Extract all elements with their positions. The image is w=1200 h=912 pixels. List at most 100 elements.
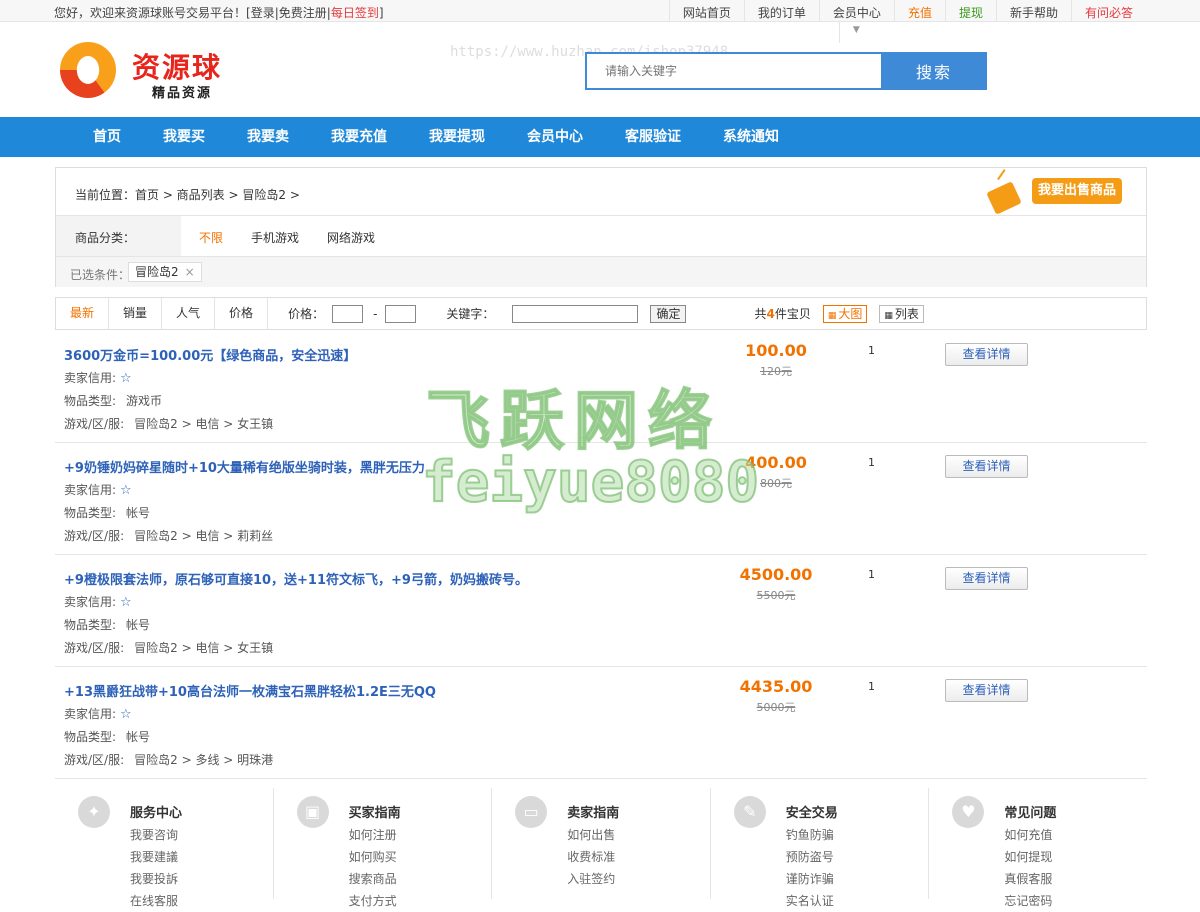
footer-column: ✎ 安全交易 钓鱼防骗 预防盗号 谨防诈骗 实名认证 — [711, 788, 930, 908]
item-type: 物品类型: 帐号 — [64, 728, 150, 745]
login-link[interactable]: 登录 — [251, 6, 275, 20]
top-link[interactable]: 新手帮助 — [995, 0, 1071, 22]
item-old-price: 5000元 — [756, 701, 796, 714]
footer-link[interactable]: 我要投訴 — [130, 868, 178, 890]
top-links: 网站首页 我的订单 会员中心 ▼ 充值 提现 新手帮助 有问必答 — [668, 0, 1146, 43]
nav-item[interactable]: 我要提现 — [408, 117, 506, 157]
category-option[interactable]: 不限 — [199, 229, 223, 246]
category-option[interactable]: 手机游戏 — [251, 229, 299, 246]
logo-icon — [60, 42, 116, 98]
footer-link[interactable]: 搜索商品 — [349, 868, 397, 890]
confirm-button[interactable]: 确定 — [650, 304, 687, 323]
item-old-price: 120元 — [760, 365, 792, 378]
wallet-icon: ▭ — [515, 796, 548, 828]
nav-item[interactable]: 首页 — [72, 117, 142, 157]
footer-link[interactable]: 在线客服 — [130, 890, 178, 912]
sort-option[interactable]: 销量 — [109, 298, 163, 329]
server-label: 游戏/区/服: — [64, 641, 125, 655]
top-bar: 您好，欢迎来资源球账号交易平台！[登录|免费注册|每日签到] 网站首页 我的订单会… — [0, 0, 1200, 43]
view-large-button[interactable]: ▦ 大图 — [822, 304, 868, 323]
type-label: 物品类型: — [64, 730, 117, 744]
price-max-input[interactable] — [385, 304, 417, 323]
nav-item[interactable]: 我要卖 — [226, 117, 310, 157]
footer-link[interactable]: 预防盗号 — [786, 846, 834, 868]
footer-link[interactable]: 我要建議 — [130, 846, 178, 868]
view-detail-button[interactable]: 查看详情 — [945, 567, 1028, 590]
top-link[interactable]: 充值 — [893, 0, 945, 22]
footer-links: 如何出售 收费标准 入驻签约 — [567, 824, 615, 890]
footer-link[interactable]: 入驻签约 — [567, 868, 615, 890]
footer-column-title: 卖家指南 — [567, 806, 620, 821]
footer-link[interactable]: 如何出售 — [567, 824, 615, 846]
item-title-link[interactable]: +9橙极限套法师，原石够可直接10，送+11符文标飞，+9弓箭，奶妈搬砖号。 — [64, 569, 528, 588]
type-value: 游戏币 — [126, 394, 163, 408]
credit-label: 卖家信用: — [64, 707, 117, 721]
sort-option[interactable]: 人气 — [162, 298, 216, 329]
search-button[interactable]: 搜索 — [881, 52, 987, 90]
chosen-tag[interactable]: 冒险岛2 × — [128, 262, 202, 282]
top-link[interactable]: 提现 — [944, 0, 996, 22]
footer-link[interactable]: 如何充值 — [1004, 824, 1052, 846]
credit-label: 卖家信用: — [64, 595, 117, 609]
keyword-input[interactable] — [512, 304, 639, 323]
sort-option[interactable]: 价格 — [215, 298, 269, 329]
footer-link[interactable]: 如何提现 — [1004, 846, 1052, 868]
view-detail-button[interactable]: 查看详情 — [945, 679, 1028, 702]
item-title-link[interactable]: +13黑爵狂战带+10高台法师一枚满宝石黑胖轻松1.2E三无QQ — [64, 681, 436, 700]
register-link[interactable]: 免费注册 — [279, 6, 327, 20]
nav-item[interactable]: 我要买 — [142, 117, 226, 157]
top-link[interactable]: 会员中心 ▼ — [818, 0, 894, 43]
footer-link[interactable]: 谨防诈骗 — [786, 868, 834, 890]
footer-link[interactable]: 实名认证 — [786, 890, 834, 912]
search-input[interactable] — [587, 54, 881, 88]
logo-name: 资源球 — [132, 51, 223, 84]
seller-credit: 卖家信用: ☆ — [64, 593, 132, 610]
breadcrumb[interactable]: 当前位置：首页 > 商品列表 > 冒险岛2 > — [75, 186, 300, 203]
list-item: +9橙极限套法师，原石够可直接10，送+11符文标飞，+9弓箭，奶妈搬砖号。 卖家… — [55, 555, 1147, 667]
nav-item[interactable]: 我要充值 — [310, 117, 408, 157]
total-count: 共4件宝贝 — [754, 305, 810, 322]
top-link[interactable]: 有问必答 — [1070, 0, 1146, 22]
view-large-label: 大图 — [838, 306, 863, 321]
footer-link[interactable]: 如何购买 — [349, 846, 397, 868]
view-detail-button[interactable]: 查看详情 — [945, 455, 1028, 478]
item-quantity: 1 — [868, 568, 875, 581]
item-quantity: 1 — [868, 344, 875, 357]
item-quantity: 1 — [868, 456, 875, 469]
daily-signin-link[interactable]: 每日签到 — [331, 6, 379, 20]
item-title-link[interactable]: 3600万金币=100.00元【绿色商品，安全迅速】 — [64, 345, 356, 364]
footer-link[interactable]: 我要咨询 — [130, 824, 178, 846]
category-option[interactable]: 网络游戏 — [327, 229, 375, 246]
footer-link[interactable]: 忘记密码 — [1004, 890, 1052, 912]
site-logo[interactable]: 资源球 精品资源 — [60, 42, 260, 102]
footer-link[interactable]: 真假客服 — [1004, 868, 1052, 890]
list-item: +9奶锤奶妈碎星随时+10大量稀有绝版坐骑时装，黑胖无压力 卖家信用: ☆ 物品类型:… — [55, 443, 1147, 555]
credit-label: 卖家信用: — [64, 371, 117, 385]
sell-goods-button[interactable]: 我要出售商品 — [986, 178, 1138, 215]
nav-item[interactable]: 会员中心 — [506, 117, 604, 157]
view-list-button[interactable]: ▦ 列表 — [879, 304, 924, 323]
footer-link[interactable]: 收费标准 — [567, 846, 615, 868]
price-min-input[interactable] — [332, 304, 364, 323]
footer-link[interactable]: 支付方式 — [349, 890, 397, 912]
item-old-price: 800元 — [760, 477, 792, 490]
item-old-price: 5500元 — [756, 589, 796, 602]
nav-item[interactable]: 客服验证 — [604, 117, 702, 157]
top-link[interactable]: 网站首页 — [668, 0, 744, 22]
welcome-area: 您好，欢迎来资源球账号交易平台！[登录|免费注册|每日签到] — [54, 6, 384, 20]
item-title-link[interactable]: +9奶锤奶妈碎星随时+10大量稀有绝版坐骑时装，黑胖无压力 — [64, 457, 425, 476]
item-server: 游戏/区/服: 冒险岛2 > 多线 > 明珠港 — [64, 751, 273, 768]
sort-options: 最新 销量 人气 价格 — [56, 298, 269, 329]
nav-item[interactable]: 系统通知 — [702, 117, 800, 157]
sell-tag-icon — [986, 181, 1022, 215]
footer-link[interactable]: 钓鱼防骗 — [786, 824, 834, 846]
close-icon[interactable]: × — [185, 265, 195, 279]
total-number: 4 — [766, 307, 775, 321]
sort-option[interactable]: 最新 — [56, 298, 110, 329]
bus-icon: ▣ — [296, 796, 329, 828]
breadcrumb-row: 当前位置：首页 > 商品列表 > 冒险岛2 > 我要出售商品 — [56, 168, 1146, 216]
view-detail-button[interactable]: 查看详情 — [945, 343, 1028, 366]
footer-link[interactable]: 如何注册 — [349, 824, 397, 846]
top-link[interactable]: 我的订单 — [743, 0, 819, 22]
footer-column: ✦ 服务中心 我要咨询 我要建議 我要投訴 在线客服 — [55, 788, 274, 908]
